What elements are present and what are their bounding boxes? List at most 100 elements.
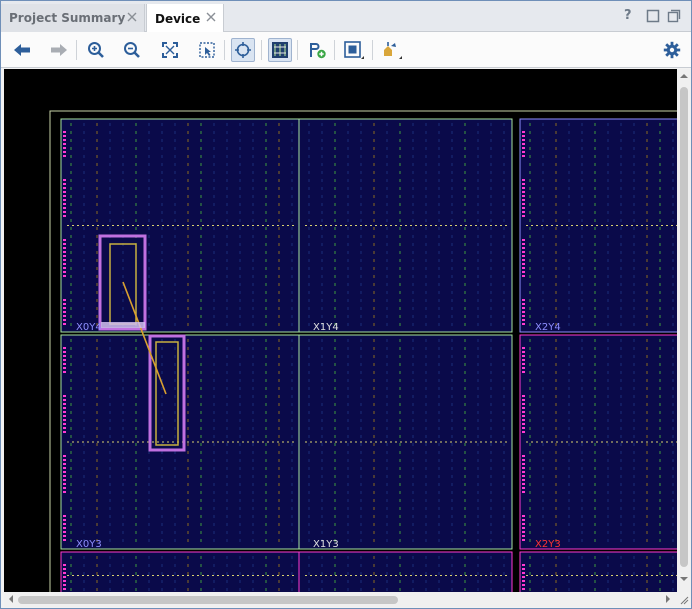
- zoom-selection-button[interactable]: [195, 38, 219, 62]
- io-pin: [63, 135, 66, 137]
- pblock-name-tag: [101, 322, 145, 328]
- scroll-down-icon[interactable]: [680, 575, 688, 583]
- io-pin: [63, 299, 66, 301]
- io-pin: [63, 564, 66, 566]
- zoom-out-button[interactable]: [120, 38, 144, 62]
- io-pin: [522, 419, 525, 421]
- io-pin: [522, 576, 525, 578]
- highlight-button[interactable]: [379, 38, 403, 62]
- back-button[interactable]: [10, 38, 34, 62]
- auto-fit-selection-button[interactable]: [231, 38, 255, 62]
- toolbar-separator: [372, 40, 373, 60]
- io-pin: [63, 303, 66, 305]
- horizontal-scroll-thumb[interactable]: [18, 596, 398, 604]
- clock-region-label: X2Y4: [535, 322, 561, 333]
- forward-button[interactable]: [47, 38, 71, 62]
- io-pin: [63, 311, 66, 313]
- settings-button[interactable]: [660, 38, 684, 62]
- io-pin: [522, 531, 525, 533]
- io-pin: [63, 211, 66, 213]
- io-pin: [522, 471, 525, 473]
- restore-icon[interactable]: [646, 9, 660, 23]
- routing-resources-icon: [272, 42, 288, 58]
- tab-device[interactable]: Device: [146, 4, 224, 33]
- io-pin: [63, 243, 66, 245]
- io-pin: [63, 471, 66, 473]
- io-pin: [522, 187, 525, 189]
- io-pin: [522, 359, 525, 361]
- toolbar: [1, 32, 691, 68]
- io-pin: [522, 139, 525, 141]
- io-pin: [63, 275, 66, 277]
- io-pin: [522, 347, 525, 349]
- io-pin: [522, 491, 525, 493]
- pblock-icon: [344, 41, 364, 59]
- io-pin: [63, 267, 66, 269]
- io-pin: [522, 487, 525, 489]
- io-pin: [63, 459, 66, 461]
- io-pin: [63, 427, 66, 429]
- io-pin: [522, 519, 525, 521]
- close-icon[interactable]: [205, 11, 217, 23]
- io-pin: [63, 403, 66, 405]
- io-pin: [522, 215, 525, 217]
- io-pin: [63, 207, 66, 209]
- help-button[interactable]: ?: [624, 8, 638, 23]
- io-pin: [63, 363, 66, 365]
- io-pin: [63, 179, 66, 181]
- io-pin: [522, 523, 525, 525]
- io-pin: [63, 535, 66, 537]
- io-pin: [522, 459, 525, 461]
- horizontal-scrollbar[interactable]: [4, 592, 677, 607]
- close-icon[interactable]: [126, 11, 138, 23]
- scroll-left-icon[interactable]: [7, 595, 15, 603]
- io-pin: [522, 483, 525, 485]
- tab-project-summary[interactable]: Project Summary: [1, 4, 145, 32]
- io-pin: [522, 403, 525, 405]
- io-pin: [522, 588, 525, 590]
- io-pin: [63, 139, 66, 141]
- io-pin: [522, 151, 525, 153]
- place-io-button[interactable]: [305, 38, 329, 62]
- io-pin: [522, 411, 525, 413]
- resize-grip[interactable]: [677, 592, 691, 607]
- zoom-fit-button[interactable]: [158, 38, 182, 62]
- pblock-button[interactable]: [342, 38, 366, 62]
- routing-resources-button[interactable]: [268, 38, 292, 62]
- io-pin: [522, 515, 525, 517]
- io-pin: [63, 395, 66, 397]
- io-pin: [522, 191, 525, 193]
- io-pin: [63, 580, 66, 582]
- io-pin: [522, 131, 525, 133]
- scroll-right-icon[interactable]: [664, 595, 672, 603]
- vertical-scrollbar[interactable]: [677, 69, 691, 592]
- io-pin: [522, 239, 525, 241]
- io-pin: [63, 239, 66, 241]
- io-pin: [522, 423, 525, 425]
- io-pin: [63, 584, 66, 586]
- io-pin: [522, 255, 525, 257]
- io-pin: [63, 199, 66, 201]
- io-pin: [522, 263, 525, 265]
- io-pin: [522, 143, 525, 145]
- io-pin: [522, 311, 525, 313]
- io-pin: [63, 347, 66, 349]
- io-pin: [63, 263, 66, 265]
- io-pin: [63, 576, 66, 578]
- io-pin: [63, 431, 66, 433]
- clock-region-label: X1Y3: [313, 539, 339, 550]
- io-pin: [63, 195, 66, 197]
- io-pin: [63, 523, 66, 525]
- vertical-scroll-thumb[interactable]: [680, 87, 688, 567]
- io-pin: [522, 315, 525, 317]
- io-pin: [522, 584, 525, 586]
- device-canvas[interactable]: X0Y4 X1Y4 X2Y4 X0Y3 X1Y3 X2Y3: [4, 69, 677, 592]
- zoom-out-icon: [124, 42, 140, 58]
- maximize-icon[interactable]: [667, 9, 681, 23]
- io-pin: [63, 407, 66, 409]
- scroll-up-icon[interactable]: [680, 72, 688, 80]
- io-pin: [522, 455, 525, 457]
- zoom-in-button[interactable]: [84, 38, 108, 62]
- toolbar-separator: [224, 40, 225, 60]
- io-pin: [63, 367, 66, 369]
